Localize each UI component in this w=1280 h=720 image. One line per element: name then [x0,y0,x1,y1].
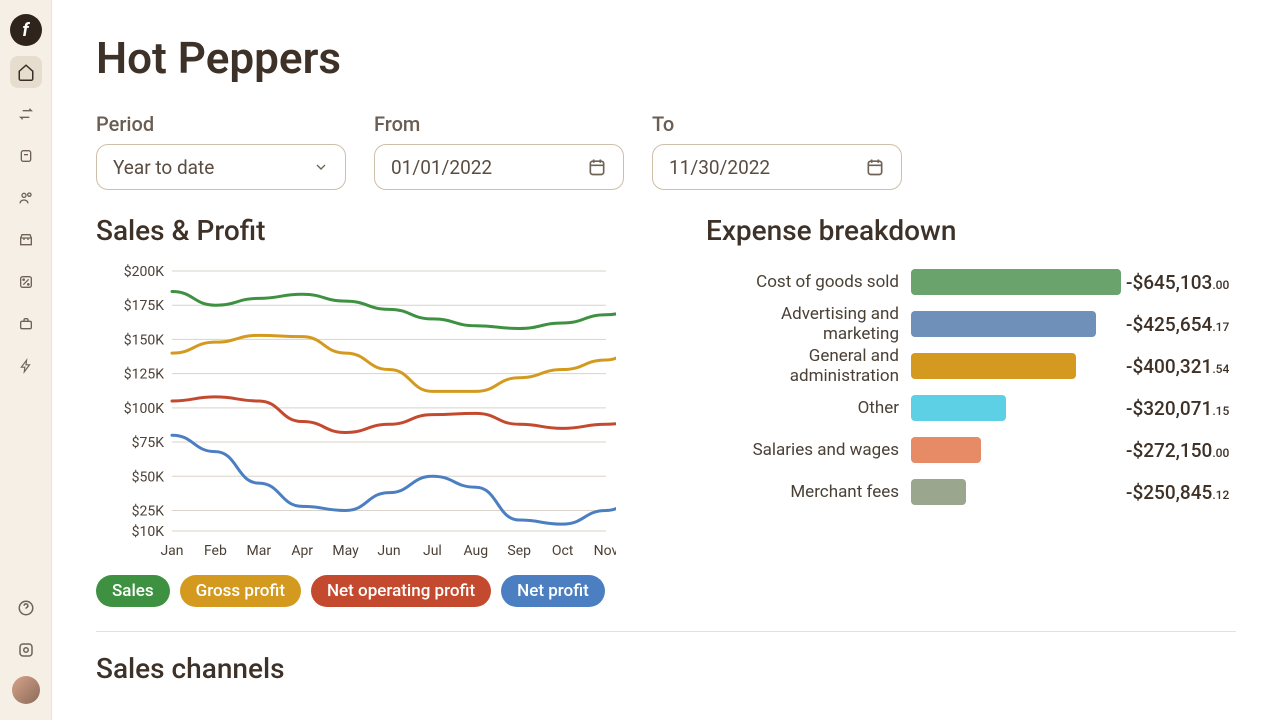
users-icon [18,190,34,206]
to-date-value: 11/30/2022 [669,156,770,179]
svg-text:Sep: Sep [507,543,531,559]
expense-label: Other [706,398,911,418]
to-label: To [652,112,902,136]
sidebar: f [0,0,52,720]
chevron-down-icon [313,159,329,175]
svg-text:Aug: Aug [463,543,488,559]
sales-profit-title: Sales & Profit [96,214,656,247]
expense-bar [911,353,1076,379]
to-date-input[interactable]: 11/30/2022 [652,144,902,190]
svg-text:Mar: Mar [247,543,272,559]
period-select[interactable]: Year to date [96,144,346,190]
app-logo[interactable]: f [10,14,42,46]
divider [96,631,1236,632]
expense-bar [911,395,1006,421]
nav-help[interactable] [10,592,42,624]
svg-text:$25K: $25K [132,502,165,519]
legend-net-operating-profit[interactable]: Net operating profit [311,575,491,607]
legend-net-profit[interactable]: Net profit [501,575,605,607]
expense-value: -$425,654.17 [1126,313,1229,336]
expense-label: Advertising and marketing [706,304,911,344]
svg-text:$10K: $10K [132,523,165,540]
svg-text:Apr: Apr [291,543,313,559]
expense-label: General and administration [706,346,911,386]
expense-label: Salaries and wages [706,440,911,460]
expense-bar [911,269,1121,295]
expense-chart: Cost of goods sold -$645,103.00 Advertis… [706,261,1236,513]
expense-breakdown-title: Expense breakdown [706,214,1236,247]
svg-text:$75K: $75K [132,434,165,451]
period-value: Year to date [113,156,214,179]
svg-text:$125K: $125K [124,366,164,383]
expense-value: -$250,845.12 [1126,481,1229,504]
settings-icon [17,641,35,659]
expense-row: Advertising and marketing -$425,654.17 [706,303,1236,345]
svg-text:Jul: Jul [423,543,442,559]
sales-channels-title: Sales channels [96,652,1236,685]
nav-users[interactable] [10,182,42,214]
svg-text:$175K: $175K [124,297,164,314]
legend-sales[interactable]: Sales [96,575,170,607]
page-title: Hot Peppers [96,32,1236,84]
from-date-value: 01/01/2022 [391,156,492,179]
nav-bolt[interactable] [10,350,42,382]
expense-value: -$320,071.15 [1126,397,1229,420]
expense-value: -$645,103.00 [1126,271,1229,294]
from-date-input[interactable]: 01/01/2022 [374,144,624,190]
nav-home[interactable] [10,56,42,88]
help-icon [17,599,35,617]
nav-percent[interactable] [10,266,42,298]
nav-settings[interactable] [10,634,42,666]
expense-bar [911,437,981,463]
filter-bar: Period Year to date From 01/01/2022 To 1… [96,112,1236,190]
from-label: From [374,112,624,136]
transfer-icon [18,106,34,122]
svg-text:Jan: Jan [160,543,183,559]
chart-legend: Sales Gross profit Net operating profit … [96,575,656,607]
user-avatar[interactable] [12,676,40,704]
expense-row: General and administration -$400,321.54 [706,345,1236,387]
note-icon [18,148,34,164]
bolt-icon [19,358,33,374]
expense-value: -$272,150.00 [1126,439,1229,462]
expense-row: Salaries and wages -$272,150.00 [706,429,1236,471]
nav-transfer[interactable] [10,98,42,130]
svg-text:$100K: $100K [124,400,164,417]
percent-icon [18,274,34,290]
nav-store[interactable] [10,224,42,256]
store-icon [18,232,34,248]
legend-gross-profit[interactable]: Gross profit [180,575,301,607]
expense-label: Cost of goods sold [706,272,911,292]
calendar-icon [587,157,607,177]
calendar-icon [865,157,885,177]
svg-text:May: May [332,543,359,559]
svg-text:$50K: $50K [132,468,165,485]
sales-profit-chart: $200K $175K $150K $125K $100K $75K $50K $25K $10… [96,261,656,561]
svg-text:$200K: $200K [124,263,164,280]
expense-value: -$400,321.54 [1126,355,1229,378]
svg-text:Jun: Jun [377,543,400,559]
svg-text:$150K: $150K [124,331,164,348]
nav-briefcase[interactable] [10,308,42,340]
expense-label: Merchant fees [706,482,911,502]
expense-row: Other -$320,071.15 [706,387,1236,429]
svg-text:Feb: Feb [204,543,227,559]
svg-text:Oct: Oct [552,543,574,559]
briefcase-icon [18,316,34,332]
main-content: Hot Peppers Period Year to date From 01/… [52,0,1280,720]
expense-row: Merchant fees -$250,845.12 [706,471,1236,513]
svg-text:Nov: Nov [594,543,616,559]
period-label: Period [96,112,346,136]
home-icon [17,63,35,81]
nav-note[interactable] [10,140,42,172]
expense-bar [911,479,966,505]
expense-bar [911,311,1096,337]
expense-row: Cost of goods sold -$645,103.00 [706,261,1236,303]
